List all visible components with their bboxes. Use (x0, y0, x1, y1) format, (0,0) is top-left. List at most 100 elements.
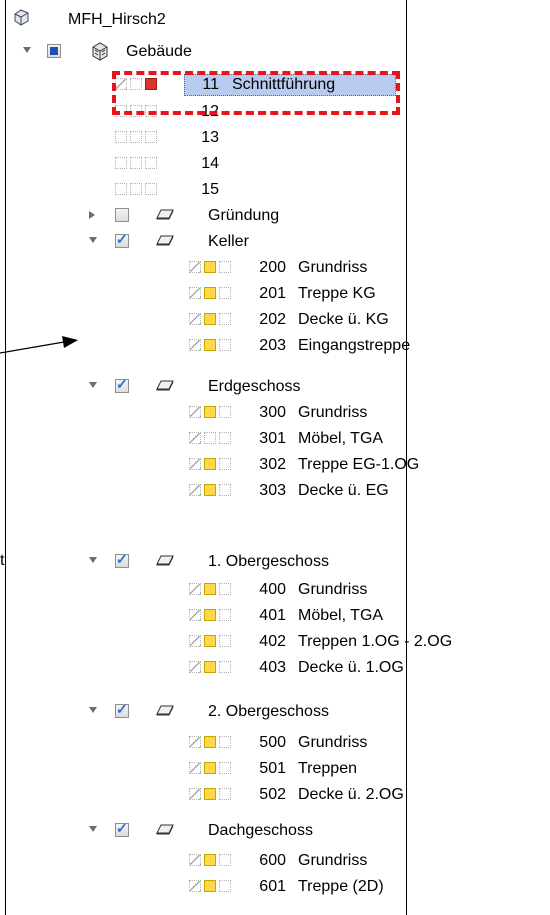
drawing-file-300[interactable]: 300 Grundriss (6, 400, 406, 426)
layer-slot-icon[interactable] (219, 609, 231, 621)
drawing-file-icon[interactable] (204, 406, 216, 418)
layer-slot-icon[interactable] (219, 406, 231, 418)
layer-slot-icon[interactable] (219, 635, 231, 647)
drawing-file-icon[interactable] (204, 287, 216, 299)
drawing-file-icon[interactable] (204, 635, 216, 647)
floor-keller[interactable]: Keller (6, 229, 406, 255)
layer-slot-icon[interactable] (145, 131, 157, 143)
structure-item-11[interactable]: 11 Schnittführung (6, 72, 406, 98)
drawing-file-icon[interactable] (204, 854, 216, 866)
layer-slot-icon[interactable] (219, 762, 231, 774)
drawing-file-302[interactable]: 302 Treppe EG-1.OG (6, 452, 419, 478)
drawing-file-icon[interactable] (204, 762, 216, 774)
layer-slot-icon[interactable] (130, 157, 142, 169)
drawing-file-icon[interactable] (204, 484, 216, 496)
reference-icon[interactable] (115, 78, 127, 90)
floor-checkbox[interactable] (115, 551, 129, 568)
floor-2-obergeschoss[interactable]: 2. Obergeschoss (6, 699, 406, 725)
reference-icon[interactable] (189, 313, 201, 325)
layer-slot-icon[interactable] (219, 484, 231, 496)
layer-slot-icon[interactable] (115, 105, 127, 117)
layer-slot-icon[interactable] (145, 105, 157, 117)
structure-item-14[interactable]: 14 (6, 151, 406, 177)
drawing-file-202[interactable]: 202 Decke ü. KG (6, 307, 406, 333)
layer-slot-icon[interactable] (219, 583, 231, 595)
reference-icon[interactable] (189, 880, 201, 892)
layer-slot-icon[interactable] (219, 261, 231, 273)
drawing-file-401[interactable]: 401 Möbel, TGA (6, 603, 406, 629)
collapse-icon[interactable] (89, 826, 97, 832)
floor-erdgeschoss[interactable]: Erdgeschoss (6, 374, 406, 400)
drawing-file-403[interactable]: 403 Decke ü. 1.OG (6, 655, 406, 681)
structure-item-12[interactable]: 12 (6, 99, 406, 125)
reference-icon[interactable] (189, 339, 201, 351)
floor-checkbox[interactable] (115, 231, 129, 248)
drawing-file-icon[interactable] (204, 609, 216, 621)
drawing-file-203[interactable]: 203 Eingangstreppe (6, 333, 410, 359)
layer-slot-icon[interactable] (115, 183, 127, 195)
reference-icon[interactable] (189, 583, 201, 595)
layer-slot-icon[interactable] (145, 157, 157, 169)
reference-icon[interactable] (189, 635, 201, 647)
drawing-file-201[interactable]: 201 Treppe KG (6, 281, 406, 307)
layer-slot-icon[interactable] (115, 157, 127, 169)
expand-icon[interactable] (89, 211, 95, 219)
reference-icon[interactable] (189, 261, 201, 273)
layer-slot-icon[interactable] (204, 432, 216, 444)
layer-slot-icon[interactable] (219, 458, 231, 470)
layer-slot-icon[interactable] (219, 736, 231, 748)
layer-slot-icon[interactable] (219, 788, 231, 800)
building-checkbox[interactable] (47, 44, 61, 58)
floor-checkbox[interactable] (115, 820, 129, 837)
drawing-file-601[interactable]: 601 Treppe (2D) (6, 874, 406, 900)
layer-slot-icon[interactable] (219, 880, 231, 892)
layer-slot-icon[interactable] (130, 78, 142, 90)
drawing-file-icon[interactable] (204, 736, 216, 748)
drawing-file-303[interactable]: 303 Decke ü. EG (6, 478, 406, 504)
floor-checkbox[interactable] (115, 208, 129, 222)
drawing-file-501[interactable]: 501 Treppen (6, 756, 406, 782)
layer-slot-icon[interactable] (219, 313, 231, 325)
drawing-file-402[interactable]: 402 Treppen 1.OG - 2.OG (6, 629, 452, 655)
drawing-file-icon[interactable] (204, 583, 216, 595)
reference-icon[interactable] (189, 458, 201, 470)
layer-slot-icon[interactable] (219, 432, 231, 444)
tree-root[interactable]: MFH_Hirsch2 (6, 7, 406, 33)
reference-icon[interactable] (189, 736, 201, 748)
reference-icon[interactable] (189, 762, 201, 774)
drawing-file-icon[interactable] (204, 661, 216, 673)
collapse-icon[interactable] (89, 557, 97, 563)
layer-slot-icon[interactable] (219, 661, 231, 673)
drawing-file-200[interactable]: 200 Grundriss (6, 255, 406, 281)
drawing-file-icon[interactable] (204, 261, 216, 273)
drawing-file-icon[interactable] (204, 339, 216, 351)
layer-slot-icon[interactable] (130, 105, 142, 117)
drawing-file-400[interactable]: 400 Grundriss (6, 577, 406, 603)
reference-icon[interactable] (189, 432, 201, 444)
active-file-icon[interactable] (145, 78, 157, 90)
floor-dachgeschoss[interactable]: Dachgeschoss (6, 818, 406, 844)
layer-slot-icon[interactable] (219, 339, 231, 351)
layer-slot-icon[interactable] (145, 183, 157, 195)
structure-item-15[interactable]: 15 (6, 177, 406, 203)
floor-gruendung[interactable]: Gründung (6, 203, 406, 229)
reference-icon[interactable] (189, 661, 201, 673)
collapse-icon[interactable] (89, 707, 97, 713)
drawing-file-600[interactable]: 600 Grundriss (6, 848, 406, 874)
floor-1-obergeschoss[interactable]: 1. Obergeschoss (6, 549, 406, 575)
reference-icon[interactable] (189, 406, 201, 418)
drawing-file-500[interactable]: 500 Grundriss (6, 730, 406, 756)
collapse-icon[interactable] (89, 382, 97, 388)
drawing-file-301[interactable]: 301 Möbel, TGA (6, 426, 406, 452)
layer-slot-icon[interactable] (115, 131, 127, 143)
layer-slot-icon[interactable] (219, 854, 231, 866)
structure-item-13[interactable]: 13 (6, 125, 406, 151)
tree-node-building[interactable]: Gebäude (6, 39, 406, 65)
collapse-icon[interactable] (89, 237, 97, 243)
layer-slot-icon[interactable] (219, 287, 231, 299)
reference-icon[interactable] (189, 287, 201, 299)
drawing-file-icon[interactable] (204, 458, 216, 470)
layer-slot-icon[interactable] (130, 131, 142, 143)
drawing-file-502[interactable]: 502 Decke ü. 2.OG (6, 782, 406, 808)
reference-icon[interactable] (189, 484, 201, 496)
